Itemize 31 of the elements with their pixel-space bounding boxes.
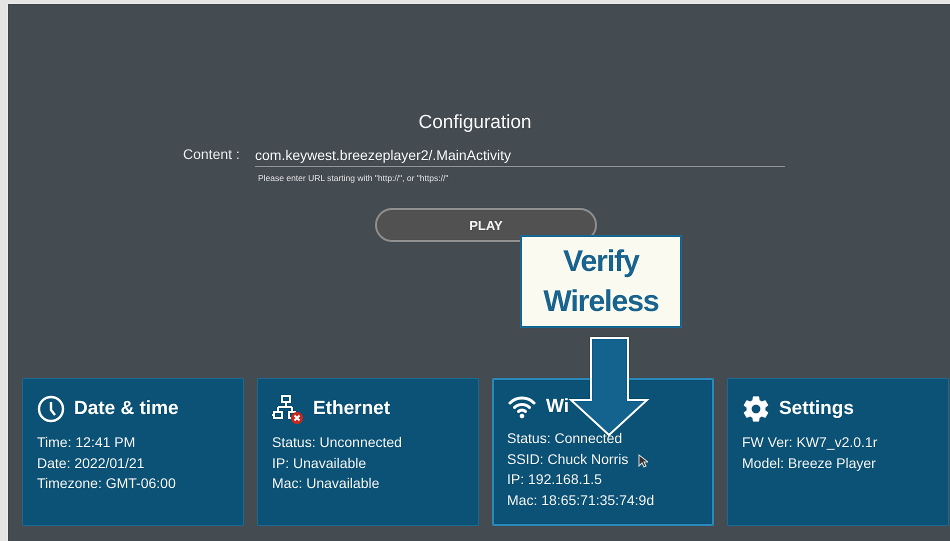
card-line: Status: Connected — [507, 429, 622, 448]
card-title: Wi — [546, 396, 570, 418]
card-line: Status: Unconnected — [272, 433, 402, 452]
info-card[interactable]: Settings FW Ver: KW7_v2.0.1r Model: Breeze Player — [727, 378, 949, 526]
callout-label: Verify Wireless — [520, 235, 682, 328]
card-line: Timezone: GMT-06:00 — [37, 474, 176, 493]
card-line: Date: 2022/01/21 — [37, 454, 144, 472]
page-title: Configuration — [418, 112, 532, 134]
info-card[interactable]: Ethernet Status: Unconnected IP: Unavailable Mac: Unavailable — [257, 378, 479, 526]
card-title: Date & time — [74, 398, 179, 420]
play-button[interactable]: PLAY — [375, 208, 597, 242]
cursor-icon — [638, 454, 648, 468]
content-input-field[interactable]: com.keywest.breezeplayer2/.MainActivity — [255, 147, 785, 167]
card-line: IP: 192.168.1.5 — [507, 470, 602, 489]
field-hint: Please enter URL starting with "http://", or "https://" — [258, 173, 450, 183]
card-line: SSID: Chuck Norris — [507, 450, 628, 468]
info-card[interactable]: Date & time Time: 12:41 PM Date: 2022/01/21 Timezone: GMT-06:00 — [22, 378, 244, 526]
card-title: Ethernet — [313, 398, 390, 420]
card-title: Settings — [779, 398, 854, 420]
settings-icon — [742, 395, 770, 423]
clock-icon — [37, 395, 65, 423]
card-line: IP: Unavailable — [272, 454, 366, 472]
info-card[interactable]: Wi Status: Connected SSID: Chuck Norris IP: 192.168.1.5 Mac: 18:65:71:35:74:9d — [492, 378, 714, 526]
field-label: Content : — [183, 146, 241, 164]
card-line: Model: Breeze Player — [742, 454, 876, 473]
card-line: Time: 12:41 PM — [37, 433, 136, 452]
card-line: Mac: 18:65:71:35:74:9d — [507, 490, 654, 510]
card-line: FW Ver: KW7_v2.0.1r — [742, 433, 878, 452]
card-line: Mac: Unavailable — [272, 474, 380, 493]
network-error-icon — [272, 394, 304, 424]
wifi-icon — [507, 394, 537, 420]
